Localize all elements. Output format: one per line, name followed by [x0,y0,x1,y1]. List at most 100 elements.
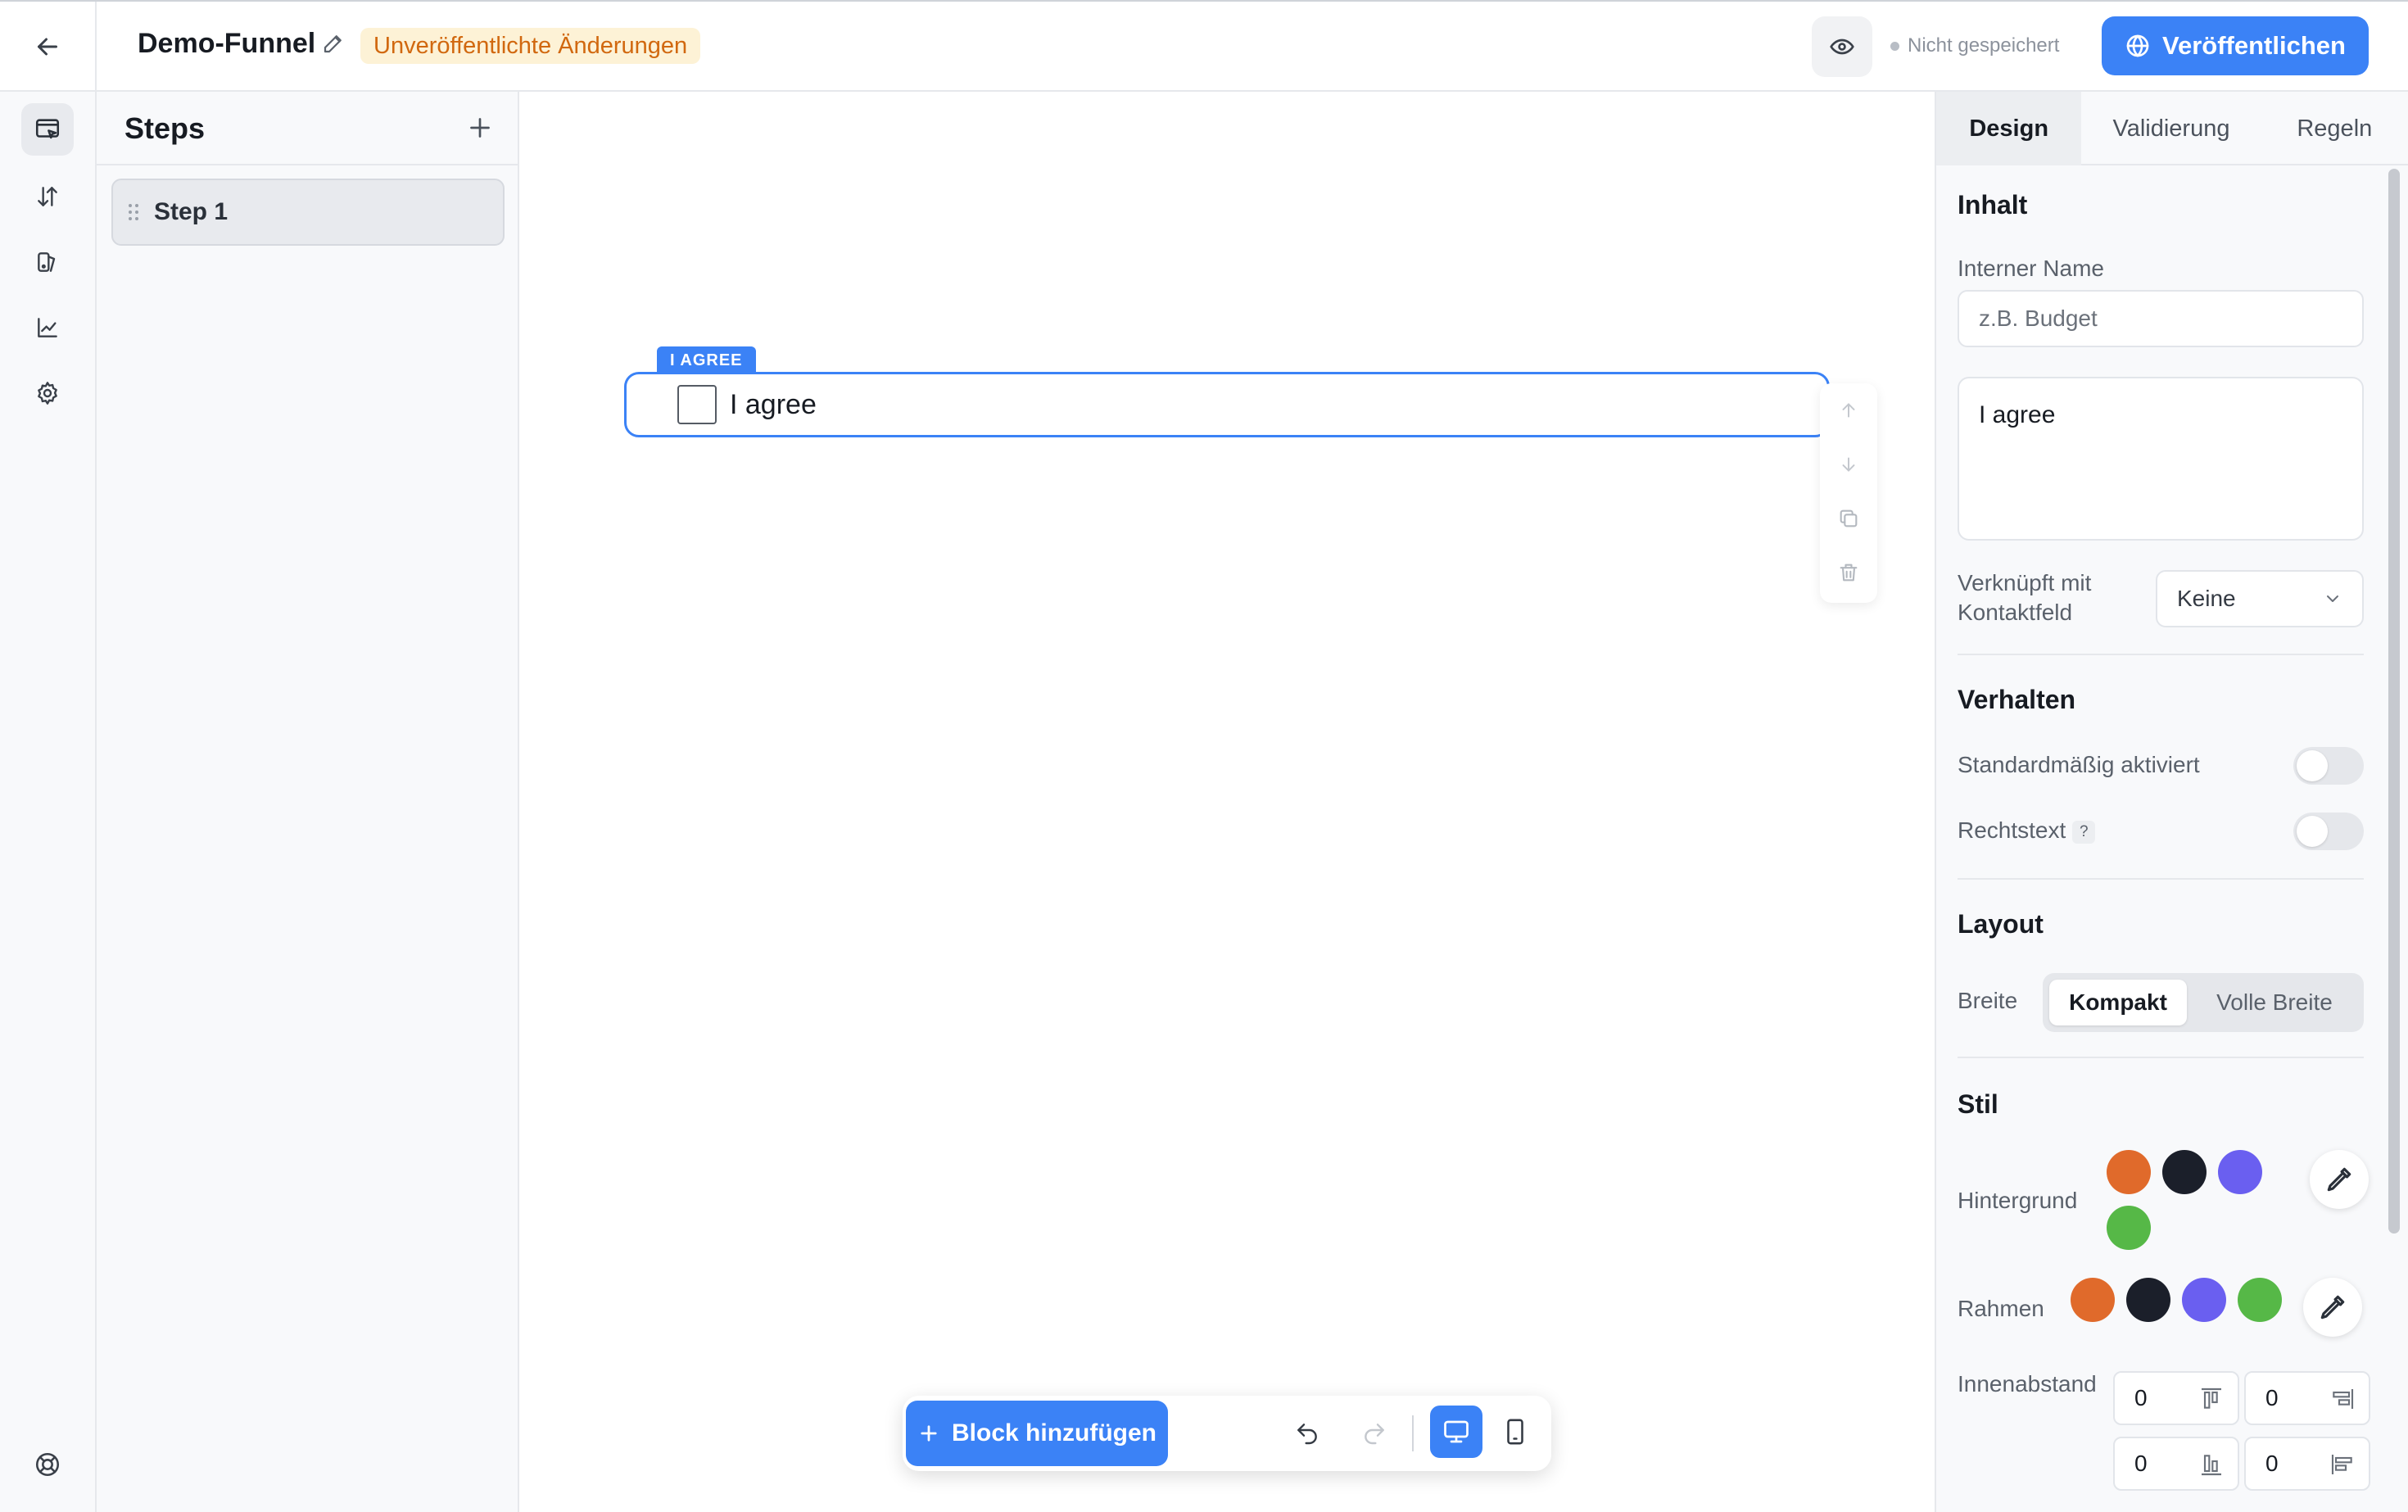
rail-flow-button[interactable] [21,170,74,223]
redo-icon [1365,1424,1384,1445]
section-divider [1958,1057,2364,1058]
width-option-compact[interactable]: Kompakt [2049,980,2187,1025]
linked-field-value: Keine [2177,586,2236,611]
tab-validation[interactable]: Validierung [2081,92,2261,165]
default-enabled-toggle[interactable] [2293,747,2364,785]
padding-right-value: 0 [2265,1385,2279,1410]
background-swatch-orange[interactable] [2107,1150,2151,1194]
save-status-text: Nicht gespeichert [1908,34,2060,57]
border-swatch-orange[interactable] [2071,1278,2115,1322]
bottom-toolbar: Block hinzufügen [903,1396,1551,1471]
internal-name-input[interactable]: z.B. Budget [1958,290,2364,347]
rail-help-button[interactable] [21,1438,74,1491]
unsaved-changes-badge: Unveröffentlichte Änderungen [360,28,701,64]
plus-icon [921,1425,937,1442]
publish-button[interactable]: Veröffentlichen [2102,16,2369,75]
toggle-knob [2297,816,2328,847]
checkbox-label[interactable]: I agree [730,389,817,421]
status-dot [1890,41,1899,51]
checkbox[interactable] [677,385,717,424]
padding-top-input[interactable]: 0 [2113,1371,2239,1425]
border-swatch-black[interactable] [2126,1278,2170,1322]
desktop-icon [1444,1420,1469,1443]
width-segmented-control: Kompakt Volle Breite [2043,973,2364,1032]
arrow-left-icon [38,38,57,56]
copy-icon [1840,509,1858,527]
rail-settings-button[interactable] [21,367,74,419]
internal-name-label: Interner Name [1958,256,2104,281]
redo-button[interactable] [1355,1414,1394,1453]
sort-arrows-icon [38,187,57,206]
tab-rules[interactable]: Regeln [2261,92,2408,165]
steps-title: Steps [124,111,206,145]
properties-panel: Design Validierung Regeln Inhalt Interne… [1935,92,2408,1512]
section-divider [1958,654,2364,655]
analytics-icon [38,318,57,337]
label-text-field[interactable]: I agree [1958,377,2364,541]
content-section-title: Inhalt [1958,190,2028,220]
pencil-icon[interactable] [321,31,346,56]
preview-button[interactable] [1812,16,1872,77]
delete-button[interactable] [1820,545,1877,600]
help-icon[interactable]: ? [2072,820,2096,844]
padding-right-icon [2333,1389,2354,1409]
block-toolbar [1820,383,1877,603]
drag-handle-icon[interactable] [128,203,139,221]
padding-top-icon [2202,1388,2221,1409]
desktop-view-button[interactable] [1430,1406,1482,1458]
editor-canvas[interactable] [519,92,1935,1512]
tab-design[interactable]: Design [1936,92,2082,165]
section-divider [1958,878,2364,880]
add-step-button[interactable] [465,113,495,143]
theme-icon [38,252,56,272]
globe-icon [2126,34,2149,57]
border-swatch-purple[interactable] [2182,1278,2226,1322]
legal-text-toggle[interactable] [2293,813,2364,850]
trash-icon [1840,564,1858,582]
publish-label: Veröffentlichen [2162,31,2346,60]
rail-theme-button[interactable] [21,236,74,288]
padding-left-input[interactable]: 0 [2244,1437,2370,1491]
legal-text-label: Rechtstext [1958,817,2066,843]
undo-button[interactable] [1288,1414,1327,1453]
padding-bottom-input[interactable]: 0 [2113,1437,2239,1491]
linked-field-select[interactable]: Keine [2156,570,2364,627]
top-bar: Demo-Funnel Unveröffentlichte Änderungen… [0,0,2408,92]
gear-icon [38,382,57,405]
funnel-title[interactable]: Demo-Funnel [138,28,315,60]
padding-label: Innenabstand [1958,1371,2097,1397]
padding-right-input[interactable]: 0 [2244,1371,2370,1425]
border-swatch-green[interactable] [2238,1278,2282,1322]
padding-left-value: 0 [2265,1451,2279,1476]
block-type-tag: I AGREE [657,346,756,374]
back-button[interactable] [0,2,97,92]
legal-text-row: Rechtstext? [1958,817,2096,844]
background-label: Hintergrund [1958,1188,2078,1213]
background-swatch-purple[interactable] [2218,1150,2262,1194]
background-swatch-black[interactable] [2162,1150,2207,1194]
rail-analytics-button[interactable] [21,301,74,354]
background-swatch-green[interactable] [2107,1206,2151,1250]
move-up-button[interactable] [1820,383,1877,437]
step-label: Step 1 [154,198,229,225]
icon-rail [0,92,97,1512]
rail-editor-button[interactable] [21,103,74,156]
behavior-section-title: Verhalten [1958,685,2076,714]
background-color-picker[interactable] [2310,1150,2369,1209]
save-status: Nicht gespeichert [1890,34,2059,57]
add-block-button[interactable]: Block hinzufügen [906,1401,1168,1466]
width-option-full[interactable]: Volle Breite [2192,980,2357,1025]
mobile-view-button[interactable] [1489,1406,1541,1458]
move-down-button[interactable] [1820,437,1877,491]
duplicate-button[interactable] [1820,491,1877,545]
eye-icon [1830,38,1854,55]
toggle-knob [2297,750,2328,781]
border-color-picker[interactable] [2303,1278,2362,1337]
step-item[interactable]: Step 1 [111,179,505,246]
toolbar-divider [1412,1415,1414,1451]
eyedropper-icon [2327,1167,2351,1192]
chevron-down-icon [2327,595,2338,602]
checkbox-block[interactable]: I agree [624,372,1830,437]
linked-field-label: Verknüpft mit Kontaktfeld [1958,570,2092,625]
properties-scrollbar[interactable] [2388,169,2400,1234]
